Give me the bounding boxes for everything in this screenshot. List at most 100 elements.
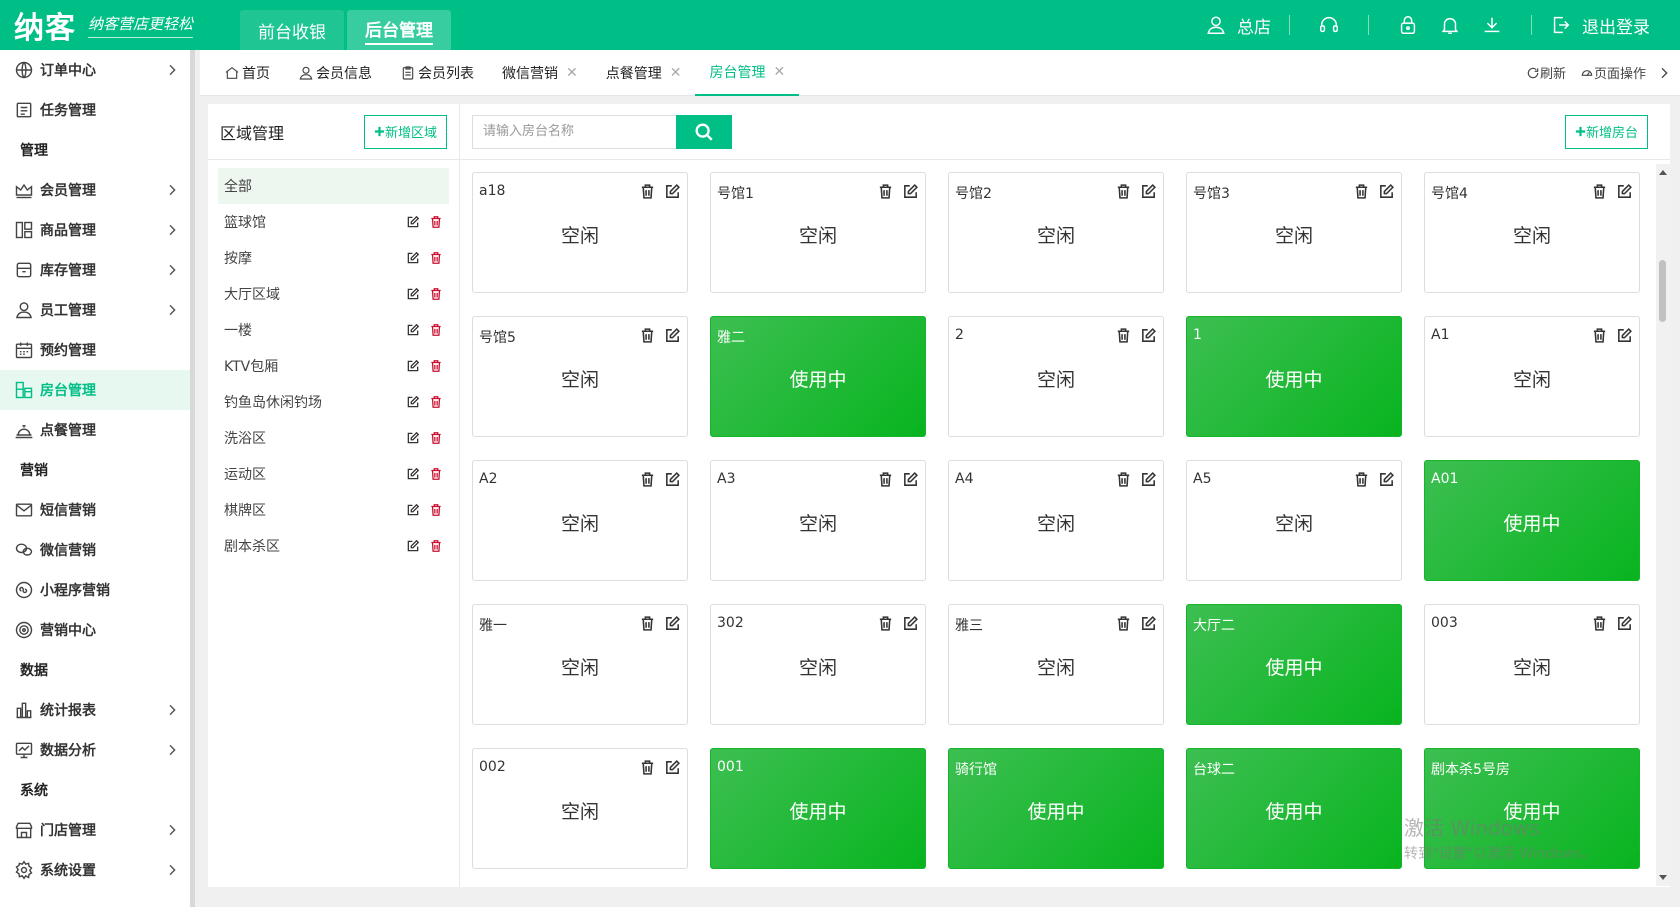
delete-icon[interactable] — [639, 183, 656, 200]
tab[interactable]: 会员信息 — [284, 50, 386, 96]
area-list-item[interactable]: 全部 — [218, 168, 449, 204]
edit-icon[interactable] — [406, 503, 420, 517]
area-list-item[interactable]: 运动区 — [218, 456, 449, 492]
room-card[interactable]: 剧本杀5号房 使用中 — [1424, 748, 1640, 869]
area-list-item[interactable]: 剧本杀区 — [218, 528, 449, 564]
delete-icon[interactable] — [1353, 471, 1370, 488]
room-card[interactable]: 骑行馆 使用中 — [948, 748, 1164, 869]
sidebar-item[interactable]: 微信营销 — [0, 530, 190, 570]
top-tab-cashier[interactable]: 前台收银 — [240, 10, 344, 50]
edit-icon[interactable] — [1378, 471, 1395, 488]
logout-button[interactable]: 退出登录 — [1550, 13, 1650, 38]
room-card[interactable]: A4 空闲 — [948, 460, 1164, 581]
delete-icon[interactable] — [429, 323, 443, 337]
sidebar-item[interactable]: 库存管理 — [0, 250, 190, 290]
refresh-button[interactable]: 刷新 — [1526, 63, 1566, 82]
tab[interactable]: 首页 — [210, 50, 284, 96]
room-card[interactable]: 号馆2 空闲 — [948, 172, 1164, 293]
delete-icon[interactable] — [429, 395, 443, 409]
sidebar-item[interactable]: 门店管理 — [0, 810, 190, 850]
delete-icon[interactable] — [1115, 615, 1132, 632]
sidebar-item[interactable]: 点餐管理 — [0, 410, 190, 450]
tab[interactable]: 房台管理 ✕ — [695, 50, 800, 96]
sidebar-item[interactable]: 员工管理 — [0, 290, 190, 330]
search-button[interactable] — [676, 114, 732, 149]
edit-icon[interactable] — [664, 327, 681, 344]
edit-icon[interactable] — [406, 395, 420, 409]
lock-icon[interactable] — [1397, 14, 1419, 36]
room-card[interactable]: A5 空闲 — [1186, 460, 1402, 581]
sidebar-item[interactable]: 商品管理 — [0, 210, 190, 250]
close-icon[interactable]: ✕ — [566, 65, 578, 81]
sidebar-item[interactable]: 小程序营销 — [0, 570, 190, 610]
room-card[interactable]: 002 空闲 — [472, 748, 688, 869]
area-list-item[interactable]: KTV包厢 — [218, 348, 449, 384]
delete-icon[interactable] — [639, 471, 656, 488]
edit-icon[interactable] — [406, 431, 420, 445]
download-icon[interactable] — [1481, 14, 1503, 36]
sidebar-item[interactable]: 统计报表 — [0, 690, 190, 730]
edit-icon[interactable] — [1616, 615, 1633, 632]
edit-icon[interactable] — [1378, 183, 1395, 200]
edit-icon[interactable] — [406, 467, 420, 481]
room-card[interactable]: 001 使用中 — [710, 748, 926, 869]
sidebar-item[interactable]: 短信营销 — [0, 490, 190, 530]
delete-icon[interactable] — [639, 615, 656, 632]
room-card[interactable]: 003 空闲 — [1424, 604, 1640, 725]
area-list-item[interactable]: 按摩 — [218, 240, 449, 276]
room-card[interactable]: a18 空闲 — [472, 172, 688, 293]
sidebar-item[interactable]: 订单中心 — [0, 50, 190, 90]
room-card[interactable]: 号馆1 空闲 — [710, 172, 926, 293]
add-area-button[interactable]: 新增区域 — [363, 114, 447, 149]
bell-icon[interactable] — [1439, 14, 1461, 36]
delete-icon[interactable] — [1115, 183, 1132, 200]
edit-icon[interactable] — [902, 471, 919, 488]
delete-icon[interactable] — [639, 327, 656, 344]
delete-icon[interactable] — [877, 615, 894, 632]
edit-icon[interactable] — [1140, 183, 1157, 200]
edit-icon[interactable] — [1140, 327, 1157, 344]
edit-icon[interactable] — [1616, 183, 1633, 200]
room-card[interactable]: 号馆5 空闲 — [472, 316, 688, 437]
delete-icon[interactable] — [1353, 183, 1370, 200]
page-ops-button[interactable]: 页面操作 — [1580, 63, 1646, 82]
delete-icon[interactable] — [429, 251, 443, 265]
delete-icon[interactable] — [639, 759, 656, 776]
edit-icon[interactable] — [406, 539, 420, 553]
edit-icon[interactable] — [1140, 471, 1157, 488]
delete-icon[interactable] — [877, 183, 894, 200]
delete-icon[interactable] — [429, 287, 443, 301]
tab[interactable]: 微信营销 ✕ — [488, 50, 592, 96]
delete-icon[interactable] — [429, 503, 443, 517]
room-card[interactable]: 台球二 使用中 — [1186, 748, 1402, 869]
edit-icon[interactable] — [902, 183, 919, 200]
room-card[interactable]: 雅二 使用中 — [710, 316, 926, 437]
top-tab-admin[interactable]: 后台管理 — [347, 10, 451, 50]
edit-icon[interactable] — [664, 183, 681, 200]
tab[interactable]: 点餐管理 ✕ — [592, 50, 696, 96]
area-list-item[interactable]: 棋牌区 — [218, 492, 449, 528]
delete-icon[interactable] — [429, 359, 443, 373]
delete-icon[interactable] — [1115, 327, 1132, 344]
edit-icon[interactable] — [406, 251, 420, 265]
room-card[interactable]: A01 使用中 — [1424, 460, 1640, 581]
add-room-button[interactable]: 新增房台 — [1564, 114, 1648, 149]
room-card[interactable]: 2 空闲 — [948, 316, 1164, 437]
store-switcher[interactable]: 总店 — [1195, 13, 1271, 38]
scroll-down-arrow[interactable] — [1659, 875, 1667, 880]
sidebar-item[interactable]: 数据分析 — [0, 730, 190, 770]
room-card[interactable]: A2 空闲 — [472, 460, 688, 581]
area-list-item[interactable]: 一楼 — [218, 312, 449, 348]
scroll-up-arrow[interactable] — [1659, 170, 1667, 175]
chevron-right-icon[interactable] — [1656, 65, 1672, 81]
edit-icon[interactable] — [406, 287, 420, 301]
sidebar-item[interactable]: 房台管理 — [0, 370, 190, 410]
delete-icon[interactable] — [1591, 615, 1608, 632]
area-list-item[interactable]: 钓鱼岛休闲钓场 — [218, 384, 449, 420]
close-icon[interactable]: ✕ — [670, 65, 682, 81]
sidebar-item[interactable]: 任务管理 — [0, 90, 190, 130]
area-list-item[interactable]: 洗浴区 — [218, 420, 449, 456]
room-card[interactable]: 号馆4 空闲 — [1424, 172, 1640, 293]
edit-icon[interactable] — [664, 615, 681, 632]
delete-icon[interactable] — [429, 467, 443, 481]
